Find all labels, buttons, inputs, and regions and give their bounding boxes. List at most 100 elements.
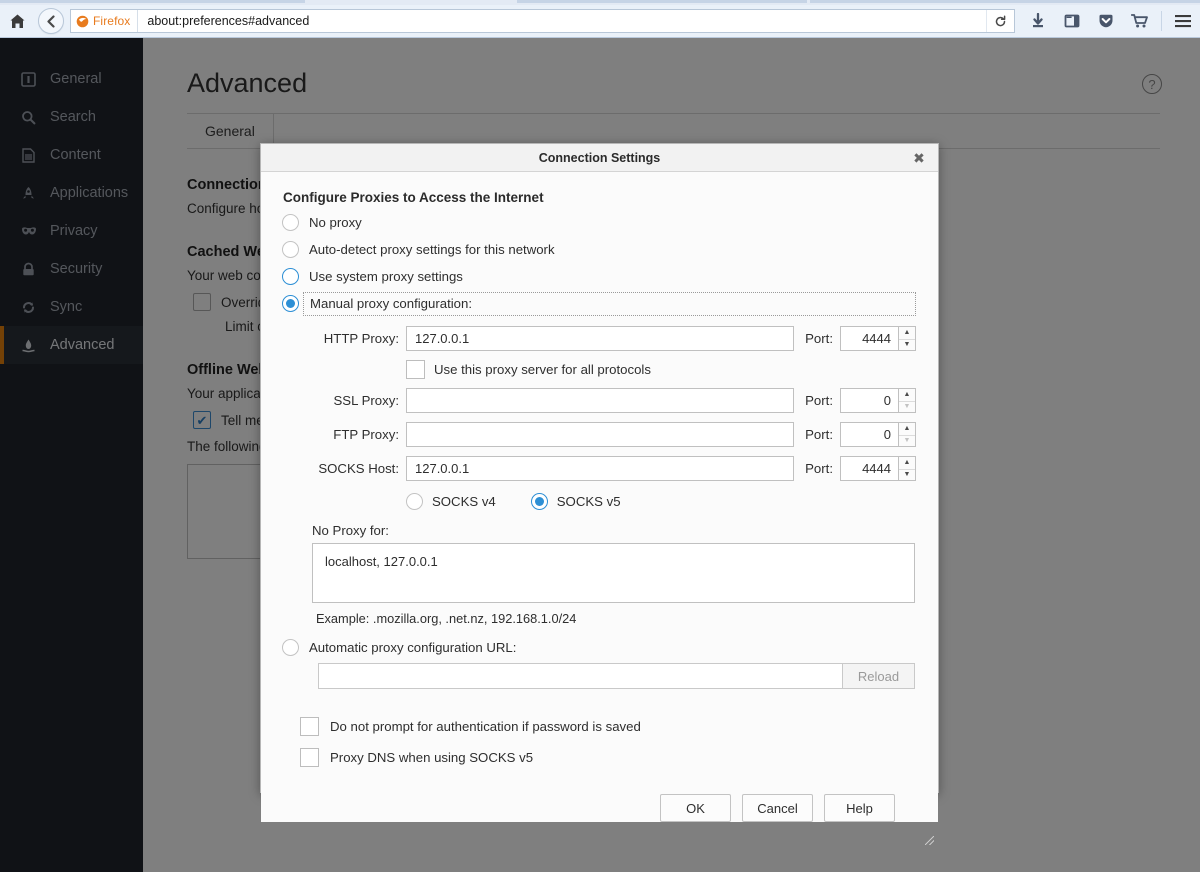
spin-down-icon[interactable]: ▼ bbox=[899, 469, 915, 481]
help-button[interactable]: Help bbox=[824, 794, 895, 822]
http-port-spinner[interactable]: ▲ ▼ bbox=[898, 326, 916, 351]
socks-host-label: SOCKS Host: bbox=[306, 461, 406, 476]
no-prompt-auth-checkbox[interactable] bbox=[300, 717, 319, 736]
ssl-port-spinner[interactable]: ▲ ▼ bbox=[898, 388, 916, 413]
radio-label-manual-proxy: Manual proxy configuration: bbox=[310, 296, 472, 311]
proxy-dns-label: Proxy DNS when using SOCKS v5 bbox=[330, 750, 533, 765]
ftp-proxy-label: FTP Proxy: bbox=[306, 427, 406, 442]
socks-port-input[interactable]: 4444 bbox=[840, 456, 898, 481]
radio-socks-v4[interactable] bbox=[406, 493, 423, 510]
all-protocols-row[interactable]: Use this proxy server for all protocols bbox=[406, 360, 916, 379]
socks-port-spinner[interactable]: ▲ ▼ bbox=[898, 456, 916, 481]
ftp-port-label: Port: bbox=[794, 427, 840, 442]
back-button[interactable] bbox=[38, 8, 64, 34]
radio-auto-detect[interactable] bbox=[282, 241, 299, 258]
field-row-http-proxy: HTTP Proxy: 127.0.0.1 Port: 4444 ▲ ▼ bbox=[282, 326, 916, 351]
ftp-port-stepper[interactable]: 0 ▲ ▼ bbox=[840, 422, 916, 447]
pac-radio-row[interactable]: Automatic proxy configuration URL: bbox=[282, 639, 916, 656]
url-text: about:preferences#advanced bbox=[138, 14, 309, 28]
pocket-icon[interactable] bbox=[1089, 5, 1123, 38]
spin-down-icon[interactable]: ▼ bbox=[899, 435, 915, 447]
identity-box[interactable]: Firefox bbox=[71, 10, 138, 32]
ok-button[interactable]: OK bbox=[660, 794, 731, 822]
proxy-dns-checkbox[interactable] bbox=[300, 748, 319, 767]
dialog-body: Configure Proxies to Access the Internet… bbox=[261, 172, 938, 822]
toolbar-separator bbox=[1161, 11, 1162, 31]
no-proxy-textarea[interactable]: localhost, 127.0.0.1 bbox=[312, 543, 915, 603]
sidebar-icon[interactable] bbox=[1055, 5, 1089, 38]
resize-grip[interactable] bbox=[925, 836, 934, 845]
radio-socks-v5[interactable] bbox=[531, 493, 548, 510]
dialog-button-row: OK Cancel Help bbox=[282, 794, 916, 822]
radio-row-no-proxy[interactable]: No proxy bbox=[282, 209, 916, 236]
no-proxy-label: No Proxy for: bbox=[312, 523, 916, 538]
field-row-ftp-proxy: FTP Proxy: Port: 0 ▲ ▼ bbox=[282, 422, 916, 447]
url-bar[interactable]: Firefox about:preferences#advanced bbox=[70, 9, 1015, 33]
radio-pac-url[interactable] bbox=[282, 639, 299, 656]
navigation-toolbar: Firefox about:preferences#advanced bbox=[0, 5, 1200, 38]
pac-url-input[interactable] bbox=[318, 663, 843, 689]
all-protocols-checkbox[interactable] bbox=[406, 360, 425, 379]
http-port-label: Port: bbox=[794, 331, 840, 346]
radio-system-proxy[interactable] bbox=[282, 268, 299, 285]
radio-no-proxy[interactable] bbox=[282, 214, 299, 231]
connection-settings-dialog: Connection Settings ✖ Configure Proxies … bbox=[260, 143, 939, 793]
ssl-proxy-input[interactable] bbox=[406, 388, 794, 413]
http-proxy-label: HTTP Proxy: bbox=[306, 331, 406, 346]
close-icon[interactable]: ✖ bbox=[908, 144, 930, 172]
radio-label-system-proxy: Use system proxy settings bbox=[309, 269, 463, 284]
http-port-stepper[interactable]: 4444 ▲ ▼ bbox=[840, 326, 916, 351]
ftp-port-input[interactable]: 0 bbox=[840, 422, 898, 447]
no-proxy-example: Example: .mozilla.org, .net.nz, 192.168.… bbox=[316, 611, 916, 626]
ftp-port-spinner[interactable]: ▲ ▼ bbox=[898, 422, 916, 447]
ssl-port-label: Port: bbox=[794, 393, 840, 408]
field-row-socks-host: SOCKS Host: 127.0.0.1 Port: 4444 ▲ ▼ bbox=[282, 456, 916, 481]
spin-down-icon[interactable]: ▼ bbox=[899, 339, 915, 351]
proxy-dns-row[interactable]: Proxy DNS when using SOCKS v5 bbox=[300, 748, 916, 767]
dialog-title: Connection Settings bbox=[539, 151, 661, 165]
ssl-proxy-label: SSL Proxy: bbox=[306, 393, 406, 408]
pac-url-label: Automatic proxy configuration URL: bbox=[309, 640, 516, 655]
no-prompt-auth-row[interactable]: Do not prompt for authentication if pass… bbox=[300, 717, 916, 736]
manual-proxy-focus-outline: Manual proxy configuration: bbox=[303, 292, 916, 316]
spin-up-icon[interactable]: ▲ bbox=[899, 423, 915, 435]
spin-up-icon[interactable]: ▲ bbox=[899, 457, 915, 469]
identity-label: Firefox bbox=[93, 14, 130, 28]
ftp-proxy-input[interactable] bbox=[406, 422, 794, 447]
radio-label-no-proxy: No proxy bbox=[309, 215, 362, 230]
radio-row-manual-proxy[interactable]: Manual proxy configuration: bbox=[282, 290, 916, 317]
radio-label-auto-detect: Auto-detect proxy settings for this netw… bbox=[309, 242, 555, 257]
socks-v4-label: SOCKS v4 bbox=[432, 494, 496, 509]
socks-host-input[interactable]: 127.0.0.1 bbox=[406, 456, 794, 481]
http-port-input[interactable]: 4444 bbox=[840, 326, 898, 351]
cancel-button[interactable]: Cancel bbox=[742, 794, 813, 822]
cart-icon[interactable] bbox=[1123, 5, 1157, 38]
socks-port-label: Port: bbox=[794, 461, 840, 476]
home-icon[interactable] bbox=[0, 5, 34, 38]
radio-row-system-proxy[interactable]: Use system proxy settings bbox=[282, 263, 916, 290]
ssl-port-input[interactable]: 0 bbox=[840, 388, 898, 413]
spin-up-icon[interactable]: ▲ bbox=[899, 327, 915, 339]
toolbar-icons bbox=[1015, 5, 1200, 38]
spin-up-icon[interactable]: ▲ bbox=[899, 389, 915, 401]
reload-icon[interactable] bbox=[986, 10, 1014, 32]
dialog-footer bbox=[261, 822, 938, 848]
field-row-ssl-proxy: SSL Proxy: Port: 0 ▲ ▼ bbox=[282, 388, 916, 413]
all-protocols-label: Use this proxy server for all protocols bbox=[434, 362, 651, 377]
downloads-icon[interactable] bbox=[1021, 5, 1055, 38]
radio-row-auto-detect[interactable]: Auto-detect proxy settings for this netw… bbox=[282, 236, 916, 263]
no-prompt-auth-label: Do not prompt for authentication if pass… bbox=[330, 719, 641, 734]
tab-ghost bbox=[517, 0, 807, 3]
radio-manual-proxy[interactable] bbox=[282, 295, 299, 312]
firefox-logo-icon bbox=[76, 15, 89, 28]
spin-down-icon[interactable]: ▼ bbox=[899, 401, 915, 413]
tab-ghost bbox=[0, 0, 305, 3]
dialog-titlebar: Connection Settings ✖ bbox=[261, 144, 938, 172]
pac-input-row: Reload bbox=[318, 663, 915, 689]
http-proxy-input[interactable]: 127.0.0.1 bbox=[406, 326, 794, 351]
hamburger-menu-icon[interactable] bbox=[1166, 5, 1200, 38]
ssl-port-stepper[interactable]: 0 ▲ ▼ bbox=[840, 388, 916, 413]
pac-reload-button[interactable]: Reload bbox=[843, 663, 915, 689]
tab-ghost bbox=[810, 0, 1200, 3]
socks-port-stepper[interactable]: 4444 ▲ ▼ bbox=[840, 456, 916, 481]
